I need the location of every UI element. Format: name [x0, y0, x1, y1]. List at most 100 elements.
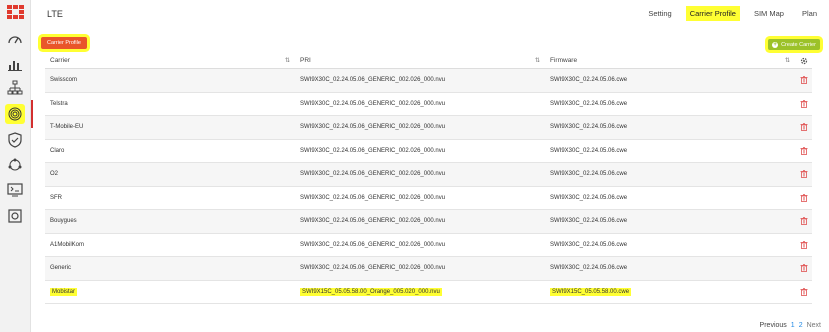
page-1-link[interactable]: 1 — [791, 322, 795, 329]
carrier-cell: Claro — [45, 148, 295, 154]
trash-icon — [800, 217, 807, 226]
fortinet-logo-icon[interactable] — [7, 5, 24, 19]
bar-chart-icon[interactable] — [5, 54, 25, 74]
fingerprint-icon[interactable] — [5, 104, 25, 124]
delete-button[interactable] — [795, 123, 812, 132]
delete-button[interactable] — [795, 100, 812, 108]
trash-icon — [800, 288, 807, 296]
firmware-value: SWI9X30C_02.24.05.06.cwe — [550, 265, 628, 272]
table-row[interactable]: Generic SWI9X30C_02.24.05.06_GENERIC_002.… — [45, 257, 812, 281]
firmware-value: SWI9X15C_05.05.58.00.cwe — [550, 287, 632, 296]
carrier-value: SFR — [50, 194, 62, 201]
create-carrier-label: Create Carrier — [781, 41, 816, 48]
tab-setting[interactable]: Setting — [644, 6, 675, 21]
carrier-value: Bouygues — [50, 218, 77, 225]
carrier-value: Claro — [50, 147, 65, 154]
active-indicator — [31, 100, 33, 128]
pri-cell: SWI9X30C_02.24.05.06_GENERIC_002.026_000… — [295, 148, 545, 154]
delete-button[interactable] — [795, 194, 812, 202]
header-pri-label: PRI — [300, 57, 311, 64]
firmware-value: SWI9X30C_02.24.05.06.cwe — [550, 194, 628, 201]
table-row[interactable]: O2 SWI9X30C_02.24.05.06_GENERIC_002.026_0… — [45, 163, 812, 187]
trash-icon — [800, 264, 807, 273]
table-row[interactable]: Mobistar SWI9X15C_05.05.58.00_Orange_005.… — [45, 280, 812, 304]
sort-icon[interactable]: ⇅ — [785, 57, 790, 64]
trash-icon — [800, 123, 807, 132]
table-row[interactable]: Telstra SWI9X30C_02.24.05.06_GENERIC_002.… — [45, 92, 812, 116]
carrier-table: Carrier ⇅ PRI ⇅ Firmware ⇅ Swisscom SWI9X… — [45, 53, 812, 304]
firmware-cell: SWI9X30C_02.24.05.06.cwe — [545, 242, 795, 248]
shield-icon[interactable] — [5, 130, 25, 150]
pri-value: SWI9X30C_02.24.05.06_GENERIC_002.026_000… — [300, 194, 446, 201]
trash-icon — [800, 170, 807, 179]
trash-icon — [800, 76, 807, 85]
sort-icon[interactable]: ⇅ — [285, 57, 290, 64]
firmware-value: SWI9X30C_02.24.05.06.cwe — [550, 147, 628, 154]
next-link[interactable]: Next — [807, 322, 821, 329]
carrier-value: T-Mobile-EU — [50, 124, 84, 131]
delete-button[interactable] — [795, 147, 812, 155]
table-row[interactable]: Claro SWI9X30C_02.24.05.06_GENERIC_002.02… — [45, 139, 812, 163]
page-2-link[interactable]: 2 — [799, 322, 803, 329]
gear-icon[interactable] — [795, 57, 812, 65]
pri-cell: SWI9X30C_02.24.05.06_GENERIC_002.026_000… — [295, 77, 545, 83]
carrier-cell: Generic — [45, 265, 295, 271]
tab-plan[interactable]: Plan — [798, 6, 821, 21]
pri-value: SWI9X15C_05.05.58.00_Orange_005.020_000.… — [300, 287, 442, 296]
dashboard-gauge-icon[interactable] — [5, 30, 25, 50]
pri-value: SWI9X30C_02.24.05.06_GENERIC_002.026_000… — [300, 100, 446, 107]
delete-button[interactable] — [795, 76, 812, 85]
firmware-cell: SWI9X30C_02.24.05.06.cwe — [545, 124, 795, 130]
table-body: Swisscom SWI9X30C_02.24.05.06_GENERIC_002… — [45, 69, 812, 304]
pri-value: SWI9X30C_02.24.05.06_GENERIC_002.026_000… — [300, 171, 446, 178]
pri-value: SWI9X30C_02.24.05.06_GENERIC_002.026_000… — [300, 124, 446, 131]
header-carrier[interactable]: Carrier ⇅ — [45, 53, 295, 68]
firmware-cell: SWI9X15C_05.05.58.00.cwe — [545, 287, 795, 296]
header-pri[interactable]: PRI ⇅ — [295, 53, 545, 68]
tab-carrier-profile[interactable]: Carrier Profile — [685, 6, 740, 21]
table-row[interactable]: SFR SWI9X30C_02.24.05.06_GENERIC_002.026_… — [45, 186, 812, 210]
tab-sim-map[interactable]: SIM Map — [750, 6, 788, 21]
carrier-cell: Swisscom — [45, 77, 295, 83]
pri-cell: SWI9X30C_02.24.05.06_GENERIC_002.026_000… — [295, 101, 545, 107]
pri-value: SWI9X30C_02.24.05.06_GENERIC_002.026_000… — [300, 77, 446, 84]
firmware-value: SWI9X30C_02.24.05.06.cwe — [550, 124, 628, 131]
delete-button[interactable] — [795, 217, 812, 226]
trash-icon — [800, 241, 807, 249]
page-title: LTE — [47, 9, 63, 19]
section-pill: Carrier Profile — [41, 37, 87, 49]
carrier-value: Mobistar — [50, 287, 78, 296]
table-row[interactable]: T-Mobile-EU SWI9X30C_02.24.05.06_GENERIC_… — [45, 116, 812, 140]
network-topology-icon[interactable] — [5, 78, 25, 98]
settings-chip-icon[interactable] — [5, 206, 25, 226]
firmware-cell: SWI9X30C_02.24.05.06.cwe — [545, 77, 795, 83]
delete-button[interactable] — [795, 288, 812, 296]
plus-icon: + — [772, 41, 779, 48]
sort-icon[interactable]: ⇅ — [535, 57, 540, 64]
carrier-cell: T-Mobile-EU — [45, 124, 295, 130]
carrier-cell: A1MobilKom — [45, 242, 295, 248]
nodes-icon[interactable] — [5, 155, 25, 175]
delete-button[interactable] — [795, 170, 812, 179]
firmware-cell: SWI9X30C_02.24.05.06.cwe — [545, 218, 795, 224]
pri-value: SWI9X30C_02.24.05.06_GENERIC_002.026_000… — [300, 147, 446, 154]
carrier-cell: O2 — [45, 171, 295, 177]
header-firmware-label: Firmware — [550, 57, 578, 64]
create-carrier-button[interactable]: + Create Carrier — [768, 39, 820, 50]
table-row[interactable]: Bouygues SWI9X30C_02.24.05.06_GENERIC_002… — [45, 210, 812, 234]
header-firmware[interactable]: Firmware ⇅ — [545, 53, 795, 68]
delete-button[interactable] — [795, 241, 812, 249]
table-row[interactable]: Swisscom SWI9X30C_02.24.05.06_GENERIC_002… — [45, 69, 812, 93]
pri-cell: SWI9X30C_02.24.05.06_GENERIC_002.026_000… — [295, 124, 545, 130]
previous-link[interactable]: Previous — [760, 322, 787, 329]
table-row[interactable]: A1MobilKom SWI9X30C_02.24.05.06_GENERIC_0… — [45, 233, 812, 257]
pri-cell: SWI9X15C_05.05.58.00_Orange_005.020_000.… — [295, 287, 545, 296]
carrier-cell: Bouygues — [45, 218, 295, 224]
trash-icon — [800, 100, 807, 108]
delete-button[interactable] — [795, 264, 812, 273]
firmware-cell: SWI9X30C_02.24.05.06.cwe — [545, 148, 795, 154]
header-carrier-label: Carrier — [50, 57, 70, 64]
terminal-icon[interactable] — [5, 180, 25, 200]
pri-value: SWI9X30C_02.24.05.06_GENERIC_002.026_000… — [300, 241, 446, 248]
pri-cell: SWI9X30C_02.24.05.06_GENERIC_002.026_000… — [295, 195, 545, 201]
